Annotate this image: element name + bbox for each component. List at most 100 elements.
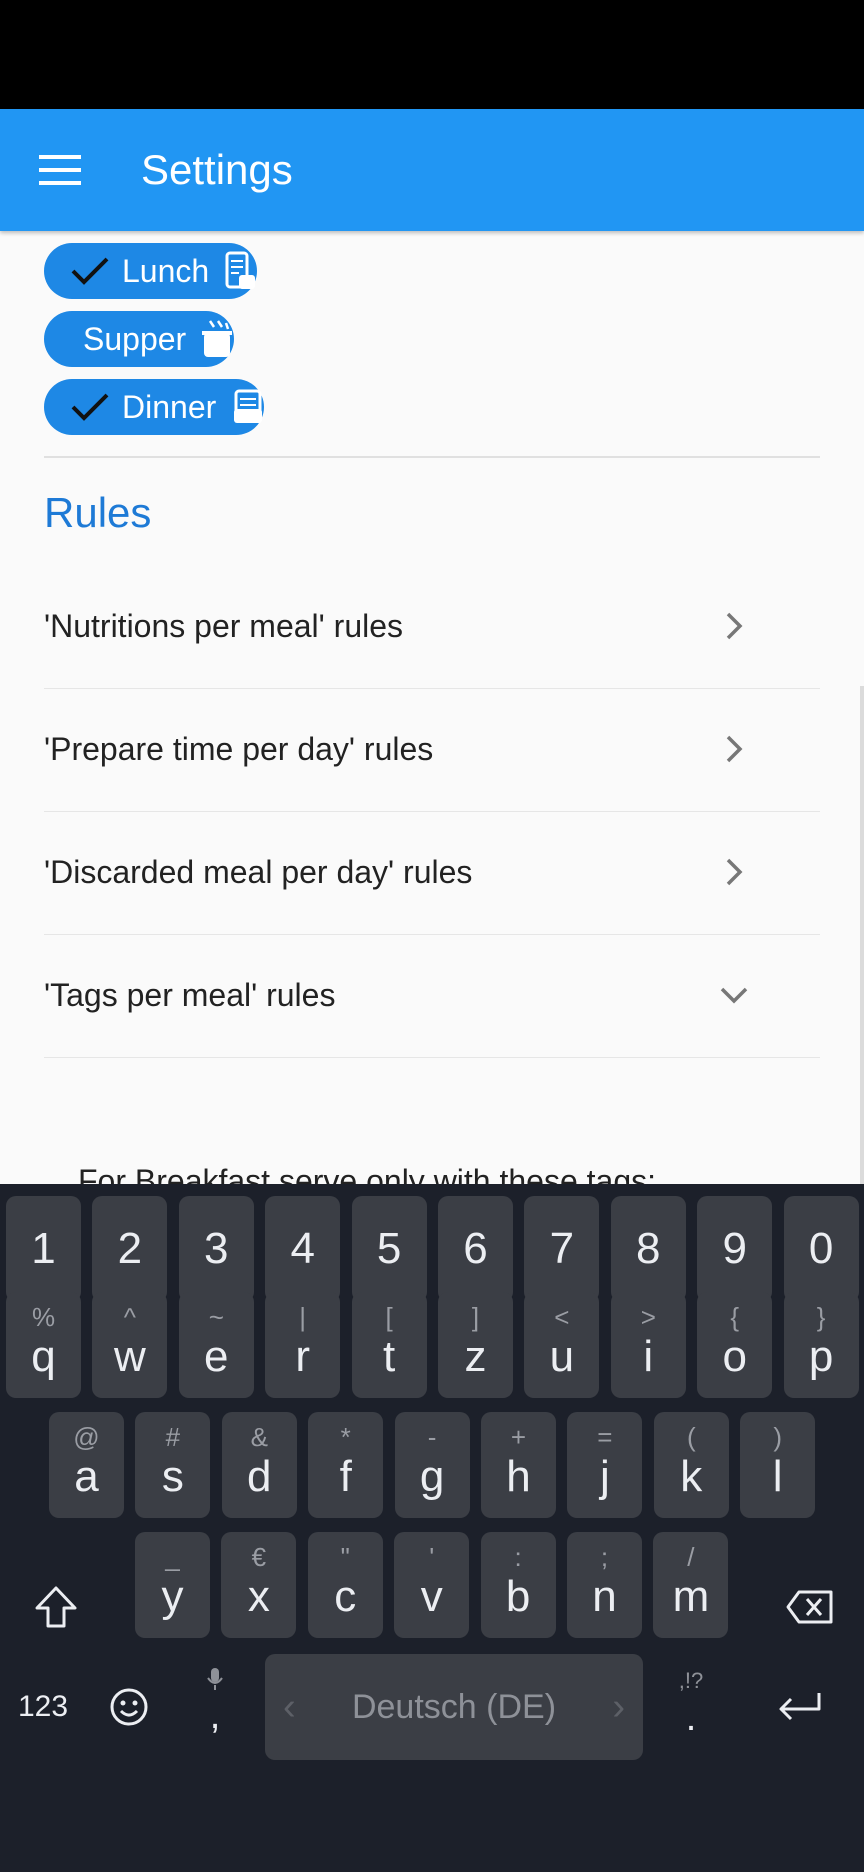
- key-z[interactable]: z]: [438, 1292, 513, 1398]
- breakfast-tags-label: For Breakfast serve only with these tags…: [78, 1163, 657, 1184]
- key-y[interactable]: y _: [135, 1532, 210, 1638]
- key-alt-label: @: [73, 1422, 100, 1452]
- space-key[interactable]: ‹ Deutsch (DE) ›: [265, 1654, 643, 1760]
- rule-row-nutritions-per-meal[interactable]: 'Nutritions per meal' rules: [44, 566, 820, 689]
- key-alt-label: ): [773, 1422, 783, 1452]
- key-7[interactable]: 7: [524, 1196, 600, 1302]
- key-j[interactable]: j =: [567, 1412, 643, 1518]
- key-9[interactable]: 9: [697, 1196, 773, 1302]
- key-alt-label: (: [686, 1422, 696, 1452]
- shift-key[interactable]: [20, 1554, 92, 1660]
- meal-chip-dinner[interactable]: Dinner: [44, 379, 265, 435]
- key-b[interactable]: b:: [480, 1532, 556, 1638]
- space-language-label: Deutsch (DE): [351, 1687, 557, 1726]
- key-alt-label: %: [31, 1302, 56, 1332]
- key-l[interactable]: l): [740, 1412, 816, 1518]
- rules-heading: Rules: [44, 489, 152, 536]
- backspace-key[interactable]: [770, 1554, 850, 1660]
- key-label: x: [247, 1572, 270, 1621]
- key-t[interactable]: t[: [351, 1292, 427, 1398]
- language-left-arrow-icon: ‹: [283, 1686, 296, 1728]
- key-u[interactable]: u <: [524, 1292, 600, 1398]
- enter-arrow-icon: [779, 1693, 821, 1721]
- key-v[interactable]: v ': [394, 1532, 470, 1638]
- divider: [44, 456, 820, 458]
- key-label: v: [420, 1572, 443, 1621]
- rule-label: 'Tags per meal' rules: [44, 977, 336, 1013]
- rule-label: 'Nutritions per meal' rules: [44, 608, 404, 644]
- key-label: 4: [290, 1224, 315, 1273]
- symbols-key[interactable]: 123: [8, 1654, 78, 1760]
- comma-label: ,: [209, 1695, 221, 1737]
- key-c[interactable]: c ": [307, 1532, 383, 1638]
- key-3[interactable]: 3: [178, 1196, 254, 1302]
- key-a[interactable]: a @: [49, 1412, 124, 1518]
- key-w[interactable]: w ^: [92, 1292, 168, 1398]
- key-alt-label: }: [816, 1302, 826, 1332]
- comma-key[interactable]: ,: [180, 1654, 250, 1760]
- key-label: 6: [463, 1224, 488, 1273]
- menu-button[interactable]: [20, 130, 100, 210]
- key-label: d: [247, 1452, 272, 1501]
- key-alt-label: {: [730, 1302, 740, 1332]
- key-label: 8: [636, 1224, 661, 1273]
- key-q[interactable]: q%: [6, 1292, 81, 1398]
- key-label: i: [643, 1332, 654, 1381]
- key-o[interactable]: o{: [697, 1292, 773, 1398]
- chevron-down-icon: [718, 979, 750, 1011]
- key-label: j: [600, 1452, 610, 1501]
- meal-chip-supper[interactable]: Supper: [44, 311, 235, 367]
- key-i[interactable]: i >: [610, 1292, 686, 1398]
- key-x[interactable]: x €: [221, 1532, 297, 1638]
- emoji-icon: [110, 1688, 148, 1726]
- settings-content[interactable]: Lunch Supper Dinner Rules 'Nutritions pe…: [0, 231, 864, 1184]
- key-label: g: [419, 1452, 445, 1501]
- key-f[interactable]: f *: [308, 1412, 384, 1518]
- key-8[interactable]: 8: [610, 1196, 686, 1302]
- key-alt-label: *: [340, 1422, 351, 1452]
- key-g[interactable]: g-: [394, 1412, 470, 1518]
- key-k[interactable]: k(: [653, 1412, 729, 1518]
- rule-row-prepare-time-per-day[interactable]: 'Prepare time per day' rules: [44, 689, 820, 812]
- rule-row-discarded-meal-per-day[interactable]: 'Discarded meal per day' rules: [44, 812, 820, 935]
- scrollbar[interactable]: [860, 686, 864, 1184]
- emoji-key[interactable]: [94, 1654, 164, 1760]
- key-h[interactable]: h +: [481, 1412, 556, 1518]
- key-n[interactable]: n;: [567, 1532, 642, 1638]
- key-alt-label: ": [340, 1542, 350, 1572]
- key-label: h: [506, 1452, 531, 1501]
- period-key[interactable]: ,!? .: [656, 1654, 726, 1760]
- rule-row-tags-per-meal[interactable]: 'Tags per meal' rules: [44, 935, 820, 1058]
- chip-label: Supper: [83, 320, 187, 357]
- meal-chip-lunch[interactable]: Lunch: [44, 243, 258, 299]
- chevron-right-icon: [718, 610, 750, 642]
- key-label: 9: [722, 1224, 747, 1273]
- key-alt-label: =: [597, 1422, 613, 1452]
- key-0[interactable]: 0: [783, 1196, 859, 1302]
- check-icon: [60, 243, 110, 299]
- key-alt-label: |: [299, 1302, 307, 1332]
- key-m[interactable]: m /: [653, 1532, 729, 1638]
- key-d[interactable]: d &: [221, 1412, 297, 1518]
- key-p[interactable]: p}: [783, 1292, 859, 1398]
- key-label: t: [382, 1332, 396, 1381]
- key-label: u: [549, 1332, 575, 1381]
- key-e[interactable]: e ~: [178, 1292, 254, 1398]
- key-2[interactable]: 2: [92, 1196, 168, 1302]
- key-5[interactable]: 5: [351, 1196, 427, 1302]
- key-r[interactable]: r |: [265, 1292, 341, 1398]
- key-4[interactable]: 4: [265, 1196, 341, 1302]
- key-label: m: [672, 1572, 710, 1621]
- screen: Settings Lunch Supper Dinner Rules 'Nutr…: [0, 0, 864, 1872]
- key-label: p: [808, 1332, 834, 1381]
- key-alt-label: ^: [123, 1302, 136, 1332]
- key-alt-label: :: [514, 1542, 522, 1572]
- key-s[interactable]: s #: [135, 1412, 211, 1518]
- key-6[interactable]: 6: [438, 1196, 513, 1302]
- dinner-tray-icon: [230, 379, 264, 435]
- enter-key[interactable]: [760, 1654, 840, 1760]
- key-label: 7: [549, 1224, 575, 1273]
- key-1[interactable]: 1: [6, 1196, 81, 1302]
- period-alt-label: ,!?: [678, 1668, 704, 1693]
- key-label: 3: [204, 1224, 229, 1273]
